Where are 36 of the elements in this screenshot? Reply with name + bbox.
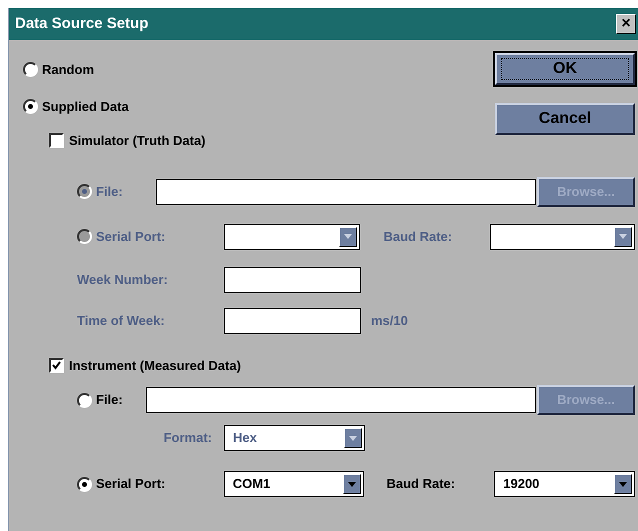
radio-button[interactable]: [23, 62, 38, 78]
dropdown-value: COM1: [232, 475, 270, 494]
checkbox[interactable]: [49, 358, 64, 373]
radio-label: File:: [96, 391, 123, 410]
radio-button[interactable]: [77, 476, 92, 492]
dropdown[interactable]: [224, 224, 360, 250]
radio-label: File:: [96, 182, 123, 201]
field-label: Baud Rate:: [386, 476, 456, 491]
radio-button[interactable]: [23, 98, 38, 114]
checkbox-label: Instrument (Measured Data): [69, 356, 241, 375]
close-button[interactable]: ×: [616, 14, 636, 34]
checkmark-icon: [52, 360, 61, 370]
ok-button[interactable]: OK: [495, 53, 635, 85]
checkbox-label: Simulator (Truth Data): [69, 132, 206, 150]
dropdown[interactable]: 19200: [494, 471, 636, 497]
radio-button[interactable]: [77, 392, 92, 408]
field-label: Week Number:: [77, 272, 168, 286]
dropdown[interactable]: COM1: [224, 471, 364, 497]
field-label: Format:: [164, 429, 212, 448]
unit-label: ms/10: [371, 312, 408, 330]
dropdown-value: Hex: [233, 429, 257, 448]
window-title: Data Source Setup: [15, 14, 148, 34]
field-label: Baud Rate:: [383, 228, 452, 244]
radio-label: Random: [42, 61, 94, 79]
input-field[interactable]: [156, 178, 536, 204]
dropdown-value: 19200: [503, 475, 540, 494]
dropdown[interactable]: [490, 224, 635, 250]
input-field[interactable]: [224, 266, 361, 292]
radio-label: Serial Port:: [96, 475, 166, 494]
input-field[interactable]: [224, 308, 361, 334]
checkbox[interactable]: [49, 133, 64, 148]
radio-label: Serial Port:: [96, 228, 166, 246]
cancel-button[interactable]: Cancel: [495, 103, 635, 135]
input-field[interactable]: [146, 387, 536, 413]
radio-label: Supplied Data: [42, 98, 129, 116]
field-label: Time of Week:: [77, 312, 165, 328]
